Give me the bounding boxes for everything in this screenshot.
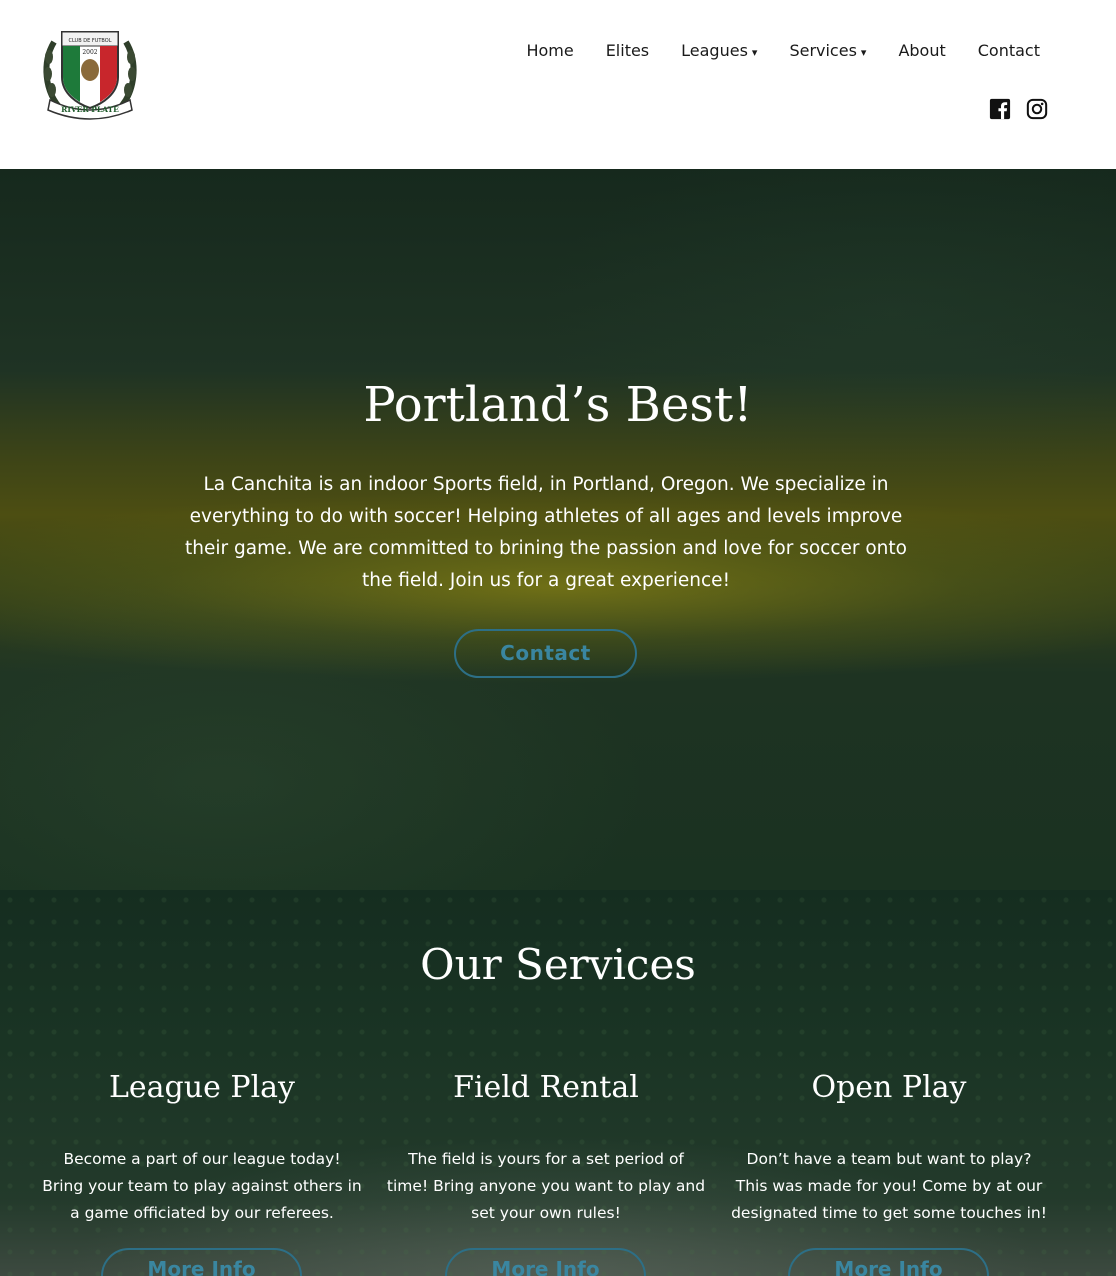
- instagram-icon[interactable]: [1026, 98, 1048, 120]
- facebook-icon[interactable]: [989, 98, 1011, 120]
- nav-about[interactable]: About: [882, 40, 961, 64]
- service-title: Field Rental: [453, 1070, 639, 1105]
- main-nav: Home Elites Leagues ▾ Services ▾ About Con…: [510, 40, 1056, 64]
- nav-home[interactable]: Home: [510, 40, 589, 64]
- nav-services-label: Services: [789, 41, 857, 60]
- nav-leagues-label: Leagues: [681, 41, 748, 60]
- service-title: Open Play: [811, 1070, 967, 1105]
- svg-text:RIVER PLATE: RIVER PLATE: [61, 105, 119, 114]
- hero-description: La Canchita is an indoor Sports field, i…: [185, 474, 907, 591]
- nav-elites[interactable]: Elites: [590, 40, 665, 64]
- service-card-league-play: League Play Become a part of our league …: [42, 1070, 362, 1276]
- svg-text:CLUB DE FUTBOL: CLUB DE FUTBOL: [69, 38, 112, 44]
- nav-contact[interactable]: Contact: [962, 40, 1056, 64]
- social-links: [989, 98, 1048, 120]
- service-card-open-play: Open Play Don’t have a team but want to …: [729, 1070, 1049, 1276]
- open-play-more-info-button[interactable]: More Info: [788, 1248, 989, 1276]
- service-description: Don’t have a team but want to play? This…: [731, 1150, 1047, 1222]
- chevron-down-icon: ▾: [860, 46, 867, 59]
- svg-text:2002: 2002: [82, 49, 97, 56]
- river-plate-crest-logo: CLUB DE FUTBOL 2002 RIVER PLATE: [43, 31, 137, 120]
- club-logo[interactable]: CLUB DE FUTBOL 2002 RIVER PLATE: [40, 22, 140, 122]
- nav-contact-label: Contact: [977, 41, 1040, 60]
- nav-leagues[interactable]: Leagues ▾: [665, 40, 773, 64]
- services-title: Our Services: [420, 940, 696, 989]
- nav-about-label: About: [898, 41, 946, 60]
- field-rental-more-info-button[interactable]: More Info: [445, 1248, 646, 1276]
- nav-home-label: Home: [526, 41, 574, 60]
- services-section: Our Services League Play Become a part o…: [0, 890, 1116, 1276]
- hero-title: Portland’s Best!: [363, 377, 753, 433]
- service-title: League Play: [109, 1070, 295, 1105]
- nav-services[interactable]: Services ▾: [773, 40, 882, 64]
- hero-section: Portland’s Best! La Canchita is an indoo…: [0, 169, 1116, 890]
- chevron-down-icon: ▾: [751, 46, 758, 59]
- service-description: The field is yours for a set period of t…: [386, 1150, 706, 1222]
- service-description: Become a part of our league today! Bring…: [42, 1150, 362, 1222]
- nav-elites-label: Elites: [605, 41, 650, 60]
- site-header: CLUB DE FUTBOL 2002 RIVER PLATE Home Eli…: [0, 0, 1116, 169]
- service-card-field-rental: Field Rental The field is yours for a se…: [386, 1070, 706, 1276]
- hero-contact-button[interactable]: Contact: [454, 629, 637, 678]
- league-play-more-info-button[interactable]: More Info: [101, 1248, 302, 1276]
